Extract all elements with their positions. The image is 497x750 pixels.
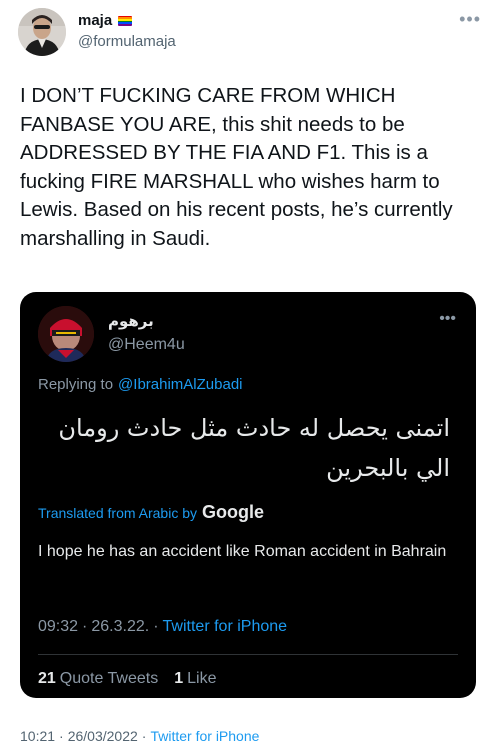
quote-translation: I hope he has an accident like Roman acc… — [38, 543, 447, 560]
tweet-meta: 10:21 · 26/03/2022 · Twitter for iPhone — [20, 728, 259, 744]
more-dots-icon[interactable]: ••• — [459, 10, 481, 28]
author-handle[interactable]: @formulamaja — [78, 33, 176, 50]
separator: · — [82, 618, 88, 635]
quote-tweets-count[interactable]: 21 — [38, 670, 56, 688]
tweet-source-link[interactable]: Twitter for iPhone — [150, 728, 259, 744]
quote-avatar-image — [38, 306, 94, 362]
replying-to-link[interactable]: @IbrahimAlZubadi — [118, 376, 242, 393]
translation-attribution: Translated from Arabic by Google — [38, 502, 264, 523]
quote-tweets-label[interactable]: Quote Tweets — [60, 670, 158, 688]
quote-meta: 09:32 · 26.3.22. · Twitter for iPhone — [38, 618, 287, 636]
tweet-header: maja @formulamaja ••• — [16, 8, 481, 58]
flag-stripe — [118, 23, 133, 26]
separator: · — [141, 728, 147, 744]
avatar-image — [18, 8, 66, 56]
translated-from-label[interactable]: Translated from Arabic by — [38, 505, 197, 521]
likes-label[interactable]: Like — [187, 670, 216, 688]
quote-stats: 21 Quote Tweets 1 Like — [38, 670, 217, 688]
separator: · — [153, 618, 159, 635]
quote-author-name[interactable]: برهوم — [108, 312, 154, 330]
replying-label: Replying to — [38, 376, 114, 393]
separator: · — [59, 728, 64, 744]
replying-to: Replying to @IbrahimAlZubadi — [38, 376, 243, 393]
tweet-time: 10:21 — [20, 728, 56, 744]
author-avatar[interactable] — [18, 8, 66, 56]
quote-time: 09:32 — [38, 618, 79, 635]
author-name[interactable]: maja — [78, 12, 112, 29]
likes-count[interactable]: 1 — [174, 670, 183, 688]
more-dots-icon[interactable]: ••• — [439, 311, 456, 327]
quote-author-handle[interactable]: @Heem4u — [108, 336, 185, 354]
quote-source-link[interactable]: Twitter for iPhone — [163, 618, 288, 636]
tweet-body: I DON’T FUCKING CARE FROM WHICH FANBASE … — [20, 84, 459, 250]
pride-flag-icon — [118, 15, 133, 26]
google-logo: Google — [202, 502, 264, 522]
quote-date[interactable]: 26.3.22. — [91, 618, 149, 636]
quote-author-avatar[interactable] — [38, 306, 94, 362]
tweet-date[interactable]: 26/03/2022 — [68, 728, 138, 744]
divider — [38, 654, 458, 655]
quote-original-text: اتمنى يحصل له حادث مثل حادث رومان الي با… — [58, 414, 450, 482]
quoted-tweet[interactable]: برهوم @Heem4u ••• Replying to @IbrahimAl… — [20, 292, 476, 698]
